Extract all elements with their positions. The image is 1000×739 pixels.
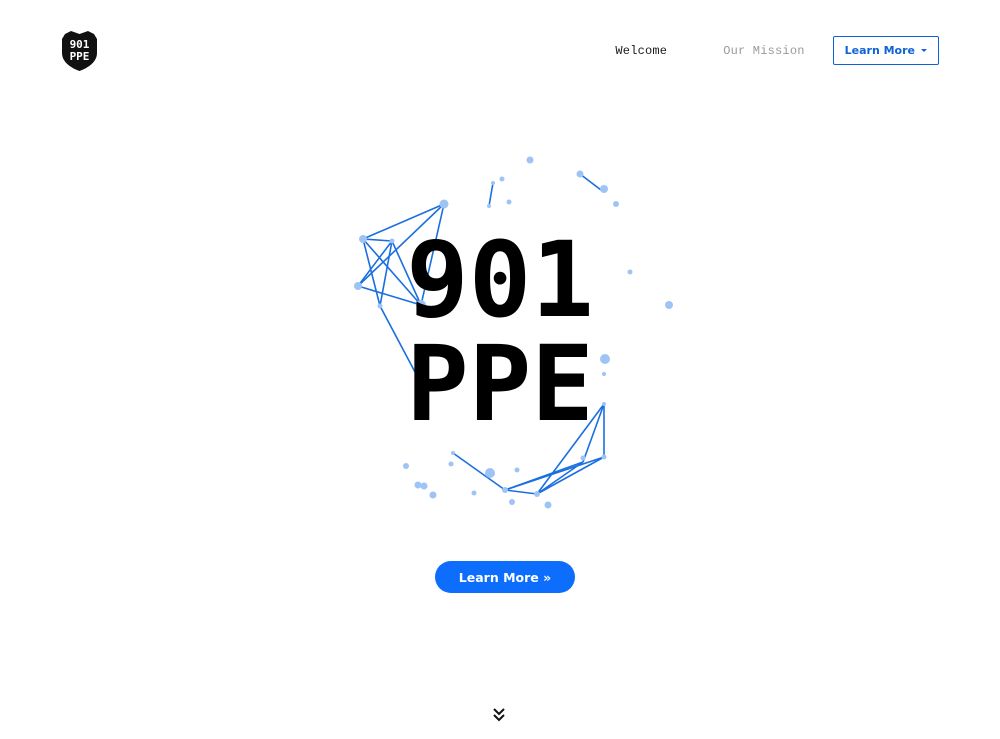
nav-mission-link[interactable]: Our Mission: [723, 44, 804, 58]
learn-more-dropdown-label: Learn More: [844, 44, 915, 57]
caret-down-icon: [921, 49, 927, 52]
nav-welcome-link[interactable]: Welcome: [615, 44, 667, 58]
learn-more-button[interactable]: Learn More »: [435, 561, 575, 593]
double-chevron-down-icon: [493, 708, 505, 722]
hero-title-line2: PPE: [406, 323, 594, 445]
logo-text-line2: PPE: [70, 50, 90, 63]
hero-title-line1: 901: [406, 219, 594, 341]
main-nav: Welcome Our Mission Learn More: [615, 35, 939, 66]
logo[interactable]: 901 PPE: [61, 31, 98, 71]
page: 901 PPE Welcome Our Mission Learn More 9…: [0, 0, 1000, 739]
learn-more-dropdown[interactable]: Learn More: [832, 36, 939, 65]
scroll-down-button[interactable]: [490, 706, 508, 724]
shield-logo-icon: 901 PPE: [62, 31, 97, 71]
